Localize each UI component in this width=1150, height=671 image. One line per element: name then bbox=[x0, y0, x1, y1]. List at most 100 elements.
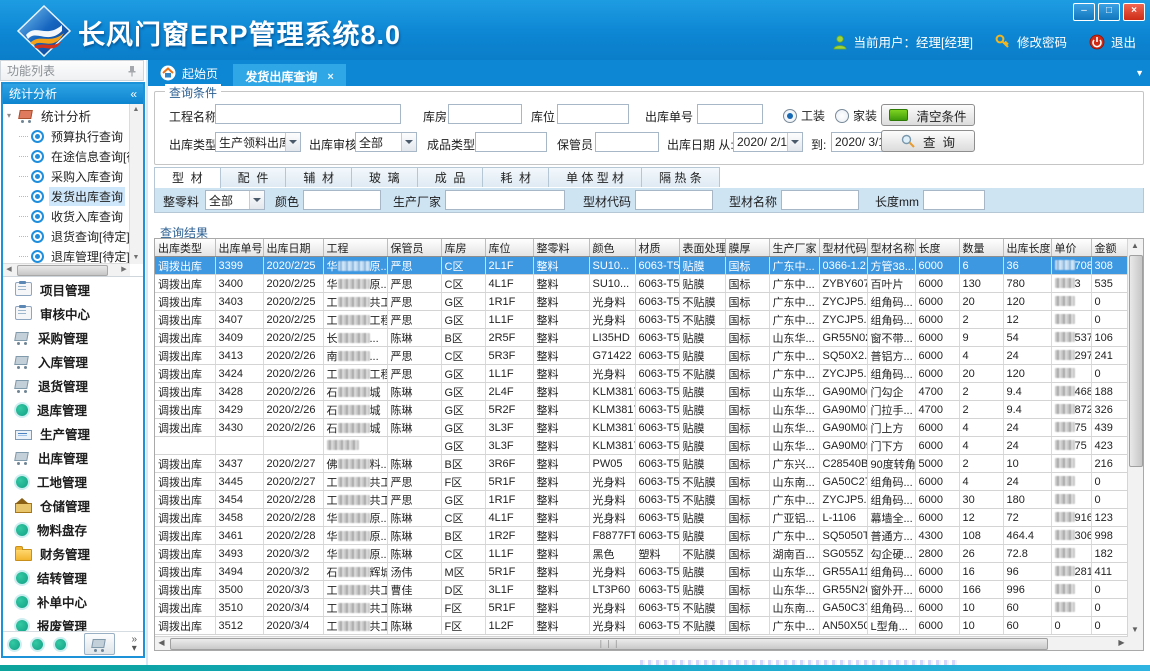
table-row[interactable]: 调拨出库34542020/2/28工共工程严思G区1R1F整料光身料6063-T… bbox=[155, 491, 1127, 509]
sidebar-item[interactable]: 补单中心 bbox=[3, 589, 143, 613]
material-tab[interactable]: 耗 材 bbox=[483, 167, 549, 187]
minimize-button[interactable]: – bbox=[1073, 3, 1095, 21]
module-dot-icon[interactable] bbox=[55, 639, 66, 650]
project-name-input[interactable] bbox=[215, 104, 401, 124]
tree-item[interactable]: 在途信息查询[待 bbox=[3, 146, 130, 166]
column-header[interactable]: 整零料 bbox=[533, 239, 589, 257]
sidebar-item[interactable]: 审核中心 bbox=[3, 301, 143, 325]
scroll-left-icon[interactable]: ◀ bbox=[3, 264, 15, 275]
sidebar-item[interactable]: 财务管理 bbox=[3, 541, 143, 565]
scroll-thumb[interactable] bbox=[17, 265, 108, 276]
logout[interactable]: 退出 bbox=[1089, 32, 1136, 51]
sidebar-item[interactable]: 报废管理 bbox=[3, 613, 143, 631]
column-header[interactable]: 金额 bbox=[1091, 239, 1127, 257]
manufacturer-input[interactable] bbox=[445, 190, 565, 210]
tree-item[interactable]: 发货出库查询 bbox=[3, 186, 130, 206]
pin-icon[interactable] bbox=[127, 65, 137, 77]
table-row[interactable]: 调拨出库34612020/2/28华原...陈琳B区1R2F整料F8877FT6… bbox=[155, 527, 1127, 545]
product-type-input[interactable] bbox=[475, 132, 547, 152]
length-input[interactable] bbox=[923, 190, 985, 210]
maximize-button[interactable]: □ bbox=[1098, 3, 1120, 21]
column-header[interactable]: 长度 bbox=[915, 239, 959, 257]
material-tab[interactable]: 辅 材 bbox=[286, 167, 352, 187]
keeper-input[interactable] bbox=[595, 132, 659, 152]
sidebar-item[interactable]: 出库管理 bbox=[3, 445, 143, 469]
order-no-input[interactable] bbox=[697, 104, 763, 124]
tab-overflow-icon[interactable]: ▼ bbox=[1135, 68, 1144, 78]
scroll-down-icon[interactable]: ▼ bbox=[1128, 623, 1142, 637]
cart-module-button[interactable] bbox=[84, 633, 116, 655]
column-header[interactable]: 出库类型 bbox=[155, 239, 215, 257]
scroll-left-icon[interactable]: ◀ bbox=[155, 637, 168, 649]
table-row[interactable]: 调拨出库34292020/2/26石城陈琳G区5R2F整料KLM38176063… bbox=[155, 401, 1127, 419]
sidebar-item[interactable]: 仓储管理 bbox=[3, 493, 143, 517]
out-type-select[interactable]: 生产领料出库 bbox=[215, 132, 301, 152]
table-row[interactable]: 调拨出库34092020/2/25长...陈琳B区2R5F整料LI35HD606… bbox=[155, 329, 1127, 347]
sidebar-item[interactable]: 入库管理 bbox=[3, 349, 143, 373]
column-header[interactable]: 材质 bbox=[635, 239, 679, 257]
overflow-chevron[interactable]: »▾ bbox=[131, 635, 137, 653]
scroll-right-icon[interactable]: ▶ bbox=[118, 264, 130, 275]
table-row[interactable]: 调拨出库34302020/2/26石城陈琳G区3L3F整料KLM38176063… bbox=[155, 419, 1127, 437]
column-header[interactable]: 膜厚 bbox=[725, 239, 769, 257]
tree-item[interactable]: 预算执行查询 bbox=[3, 126, 130, 146]
stats-group-header[interactable]: 统计分析 « bbox=[3, 84, 143, 104]
collapse-icon[interactable]: « bbox=[130, 84, 137, 104]
module-dot-icon[interactable] bbox=[32, 639, 43, 650]
whole-select[interactable]: 全部 bbox=[205, 190, 265, 210]
sidebar-item[interactable]: 工地管理 bbox=[3, 469, 143, 493]
radio-jiazhuang[interactable]: 家装 bbox=[835, 107, 877, 124]
scroll-down-icon[interactable]: ▼ bbox=[130, 252, 142, 264]
column-header[interactable]: 库位 bbox=[485, 239, 533, 257]
module-dot-icon[interactable] bbox=[9, 639, 20, 650]
sidebar-item[interactable]: 退库管理 bbox=[3, 397, 143, 421]
scroll-thumb[interactable] bbox=[1129, 255, 1143, 467]
scroll-up-icon[interactable]: ▲ bbox=[130, 104, 142, 116]
column-header[interactable]: 型材名称 bbox=[867, 239, 915, 257]
column-header[interactable]: 数量 bbox=[959, 239, 1003, 257]
sidebar-item[interactable]: 生产管理 bbox=[3, 421, 143, 445]
table-vertical-scrollbar[interactable]: ▲ ▼ bbox=[1127, 239, 1143, 637]
sidebar-item[interactable]: 结转管理 bbox=[3, 565, 143, 589]
column-header[interactable]: 型材代码 bbox=[819, 239, 867, 257]
name-input[interactable] bbox=[781, 190, 859, 210]
clear-conditions-button[interactable]: 清空条件 bbox=[881, 104, 975, 126]
table-row[interactable]: G区3L3F整料KLM38176063-T5贴膜国标山东华...GA90M09.… bbox=[155, 437, 1127, 455]
tree-item[interactable]: 退库管理[待定] bbox=[3, 246, 130, 264]
column-header[interactable]: 颜色 bbox=[589, 239, 635, 257]
sidebar-item[interactable]: 项目管理 bbox=[3, 277, 143, 301]
tree-item[interactable]: 采购入库查询 bbox=[3, 166, 130, 186]
table-row[interactable]: 调拨出库34072020/2/25工工程严思G区1L1F整料光身料6063-T5… bbox=[155, 311, 1127, 329]
tree-expander-icon[interactable]: ▾ bbox=[7, 111, 15, 120]
column-header[interactable]: 保管员 bbox=[387, 239, 441, 257]
material-tab[interactable]: 型 材 bbox=[154, 167, 221, 188]
table-row[interactable]: 调拨出库34242020/2/26工工程严思G区1L1F整料光身料6063-T5… bbox=[155, 365, 1127, 383]
tab-close-icon[interactable]: × bbox=[327, 71, 333, 83]
table-row[interactable]: 调拨出库34002020/2/25华原...严思C区4L1F整料SU10...6… bbox=[155, 275, 1127, 293]
tree-item[interactable]: 退货查询[待定] bbox=[3, 226, 130, 246]
sidebar-item[interactable]: 退货管理 bbox=[3, 373, 143, 397]
table-row[interactable]: 调拨出库34942020/3/2石辉城汤伟M区5R1F整料光身料6063-T5贴… bbox=[155, 563, 1127, 581]
material-tab[interactable]: 成 品 bbox=[418, 167, 484, 187]
table-horizontal-scrollbar[interactable]: ◀ ❘❘❘ ▶ bbox=[155, 636, 1128, 650]
table-row[interactable]: 调拨出库34132020/2/26南...严思C区5R3F整料G71422606… bbox=[155, 347, 1127, 365]
column-header[interactable]: 生产厂家 bbox=[769, 239, 819, 257]
scroll-right-icon[interactable]: ▶ bbox=[1115, 637, 1128, 649]
table-row[interactable]: 调拨出库33992020/2/25华原...严思C区2L1F整料SU10...6… bbox=[155, 257, 1127, 275]
tree-item[interactable]: 收货入库查询 bbox=[3, 206, 130, 226]
material-tab[interactable]: 玻 璃 bbox=[352, 167, 418, 187]
table-row[interactable]: 调拨出库35102020/3/4工共工程陈琳F区5R1F整料光身料6063-T5… bbox=[155, 599, 1127, 617]
table-row[interactable]: 调拨出库34582020/2/28华原...陈琳C区4L1F整料光身料6063-… bbox=[155, 509, 1127, 527]
table-row[interactable]: 调拨出库35122020/3/4工共工程陈琳F区1L2F整料光身料6063-T5… bbox=[155, 617, 1127, 635]
column-header[interactable]: 表面处理 bbox=[679, 239, 725, 257]
date-from-picker[interactable]: 2020/ 2/16 bbox=[733, 132, 803, 152]
table-row[interactable]: 调拨出库34372020/2/27佛料...陈琳B区3R6F整料PW056063… bbox=[155, 455, 1127, 473]
material-tab[interactable]: 配 件 bbox=[221, 167, 287, 187]
radio-gongzhuang[interactable]: 工装 bbox=[783, 107, 825, 124]
location-input[interactable] bbox=[557, 104, 629, 124]
table-row[interactable]: 调拨出库34032020/2/25工共工程严思G区1R1F整料光身料6063-T… bbox=[155, 293, 1127, 311]
close-button[interactable]: × bbox=[1123, 3, 1145, 21]
column-header[interactable]: 工程 bbox=[323, 239, 387, 257]
column-header[interactable]: 出库长度 bbox=[1003, 239, 1051, 257]
table-row[interactable]: 调拨出库34452020/2/27工共工程严思F区5R1F整料光身料6063-T… bbox=[155, 473, 1127, 491]
